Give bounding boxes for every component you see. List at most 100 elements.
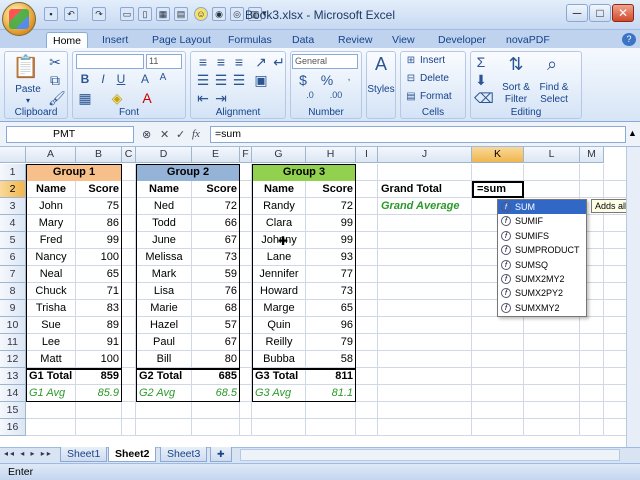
insert-sheet-icon[interactable]: ✚ bbox=[210, 447, 232, 462]
decrease-decimal-icon[interactable]: .00 bbox=[326, 90, 346, 100]
sort-label[interactable]: Sort & bbox=[498, 82, 534, 93]
find-label[interactable]: Find & bbox=[534, 82, 574, 93]
sheet-tab-3[interactable]: Sheet3 bbox=[160, 447, 208, 462]
autocomplete-item[interactable]: f SUMXMY2 bbox=[498, 301, 586, 315]
align-right-icon[interactable]: ☰ bbox=[232, 72, 246, 89]
shrink-font-icon[interactable]: A bbox=[156, 72, 170, 83]
merge-center-icon[interactable]: ▣ bbox=[254, 72, 268, 89]
cells-label: Cells bbox=[421, 107, 445, 118]
cancel-icon[interactable]: ✕ bbox=[160, 128, 169, 141]
font-color-icon[interactable]: A bbox=[140, 90, 154, 106]
styles-button[interactable]: Styles bbox=[366, 84, 396, 95]
copy-icon[interactable]: ⧉ bbox=[48, 72, 62, 89]
vertical-scrollbar[interactable] bbox=[626, 147, 640, 447]
increase-decimal-icon[interactable]: .0 bbox=[300, 90, 320, 100]
cut-icon[interactable]: ✂ bbox=[48, 54, 62, 71]
fill-color-icon[interactable]: ◈ bbox=[110, 90, 124, 107]
italic-icon[interactable]: I bbox=[96, 72, 110, 86]
autocomplete-item[interactable]: f SUMIF bbox=[498, 214, 586, 228]
tab-data[interactable]: Data bbox=[286, 32, 320, 48]
align-center-icon[interactable]: ☰ bbox=[214, 72, 228, 89]
select-label[interactable]: Select bbox=[534, 94, 574, 105]
borders-icon[interactable]: ▦ bbox=[78, 90, 92, 107]
wrap-text-icon[interactable]: ↵ bbox=[272, 54, 286, 71]
function-name: SUMIF bbox=[515, 216, 543, 227]
bold-icon[interactable]: B bbox=[78, 72, 92, 86]
tab-view[interactable]: View bbox=[386, 32, 421, 48]
function-name: SUM bbox=[515, 202, 535, 212]
font-name-select[interactable] bbox=[76, 54, 144, 69]
autocomplete-item[interactable]: f SUMX2MY2 bbox=[498, 272, 586, 286]
increase-indent-icon[interactable]: ⇥ bbox=[214, 90, 228, 107]
percent-icon[interactable]: % bbox=[320, 72, 334, 88]
grow-font-icon[interactable]: A bbox=[138, 72, 152, 86]
fill-icon[interactable]: ⬇ bbox=[474, 72, 488, 89]
binoculars-icon[interactable]: ⌕ bbox=[540, 54, 564, 75]
number-format-select[interactable]: General bbox=[292, 54, 358, 69]
tab-review[interactable]: Review bbox=[332, 32, 378, 48]
decrease-indent-icon[interactable]: ⇤ bbox=[196, 90, 210, 107]
paste-button[interactable]: Paste bbox=[10, 84, 46, 95]
autosum-icon[interactable]: Σ bbox=[474, 54, 488, 70]
minimize-button[interactable]: ─ bbox=[566, 4, 588, 22]
tab-home[interactable]: Home bbox=[46, 32, 89, 48]
underline-icon[interactable]: U bbox=[114, 72, 128, 86]
autocomplete-item[interactable]: f SUMX2PY2 bbox=[498, 286, 586, 300]
help-icon[interactable]: ? bbox=[622, 33, 636, 46]
align-left-icon[interactable]: ☰ bbox=[196, 72, 210, 89]
paste-dropdown-icon[interactable]: ▾ bbox=[26, 96, 30, 105]
clipboard-label: Clipboard bbox=[14, 107, 58, 118]
editing-label: Editing bbox=[510, 107, 542, 118]
expand-formula-icon[interactable]: ▲ bbox=[628, 128, 637, 138]
paste-icon[interactable]: 📋 bbox=[12, 54, 40, 82]
font-label: Font bbox=[118, 107, 139, 118]
align-middle-icon[interactable]: ≡ bbox=[214, 54, 228, 70]
autocomplete-item[interactable]: f SUMPRODUCT bbox=[498, 243, 586, 257]
autocomplete-item[interactable]: f SUMIFS bbox=[498, 229, 586, 243]
function-name: SUMSQ bbox=[515, 259, 549, 270]
sheet-tab-1[interactable]: Sheet1 bbox=[60, 447, 108, 462]
autocomplete-item[interactable]: f SUMSQ bbox=[498, 258, 586, 272]
status-mode: Enter bbox=[8, 466, 34, 478]
tab-developer[interactable]: Developer bbox=[432, 32, 492, 48]
delete-button[interactable]: Delete bbox=[420, 73, 449, 84]
currency-icon[interactable]: $ bbox=[296, 72, 310, 88]
function-icon: f bbox=[501, 302, 511, 313]
insert-button[interactable]: Insert bbox=[420, 55, 445, 66]
tab-insert[interactable]: Insert bbox=[96, 32, 134, 48]
function-name: SUMXMY2 bbox=[515, 302, 560, 313]
format-cells-icon[interactable]: ▤ bbox=[404, 91, 418, 102]
align-bottom-icon[interactable]: ≡ bbox=[232, 54, 246, 70]
window-title: Book3.xlsx - Microsoft Excel bbox=[244, 8, 396, 22]
office-button[interactable] bbox=[2, 2, 36, 36]
sort-filter-icon[interactable]: ⇅ bbox=[504, 54, 528, 75]
clear-icon[interactable]: ⌫ bbox=[474, 90, 494, 107]
cancel-entry-icon[interactable]: ⊗ bbox=[142, 128, 151, 141]
tab-novapdf[interactable]: novaPDF bbox=[500, 32, 556, 48]
align-top-icon[interactable]: ≡ bbox=[196, 54, 210, 70]
enter-icon[interactable]: ✓ bbox=[176, 128, 185, 141]
formula-input[interactable]: =sum bbox=[210, 126, 626, 143]
format-button[interactable]: Format bbox=[420, 91, 452, 102]
autocomplete-item[interactable]: f SUM bbox=[498, 200, 586, 215]
tab-page-layout[interactable]: Page Layout bbox=[146, 32, 217, 48]
function-autocomplete-list[interactable]: f SUM f SUMIF f SUMIFS f SUMPRODUCT f SUMSQ f SUMX2… bbox=[497, 199, 587, 317]
function-icon: f bbox=[501, 273, 511, 284]
close-button[interactable]: ✕ bbox=[612, 4, 634, 22]
horizontal-scrollbar[interactable] bbox=[240, 449, 620, 461]
comma-style-icon[interactable]: , bbox=[342, 72, 356, 83]
delete-cells-icon[interactable]: ⊟ bbox=[404, 73, 418, 84]
font-size-select[interactable]: 11 bbox=[146, 54, 182, 69]
name-box[interactable]: PMT bbox=[6, 126, 134, 143]
styles-icon[interactable]: A bbox=[369, 54, 393, 75]
orientation-icon[interactable]: ↗ bbox=[254, 54, 268, 71]
filter-label[interactable]: Filter bbox=[498, 94, 534, 105]
function-icon: f bbox=[501, 288, 511, 299]
sheet-nav-icon[interactable]: ◂◂ ◂ ▸ ▸▸ bbox=[4, 449, 53, 458]
insert-function-icon[interactable]: fx bbox=[192, 128, 200, 140]
sheet-tab-2[interactable]: Sheet2 bbox=[108, 447, 157, 462]
format-painter-icon[interactable]: 🖌 bbox=[48, 90, 66, 107]
insert-cells-icon[interactable]: ⊞ bbox=[404, 55, 418, 66]
maximize-button[interactable]: □ bbox=[589, 4, 611, 22]
tab-formulas[interactable]: Formulas bbox=[222, 32, 278, 48]
